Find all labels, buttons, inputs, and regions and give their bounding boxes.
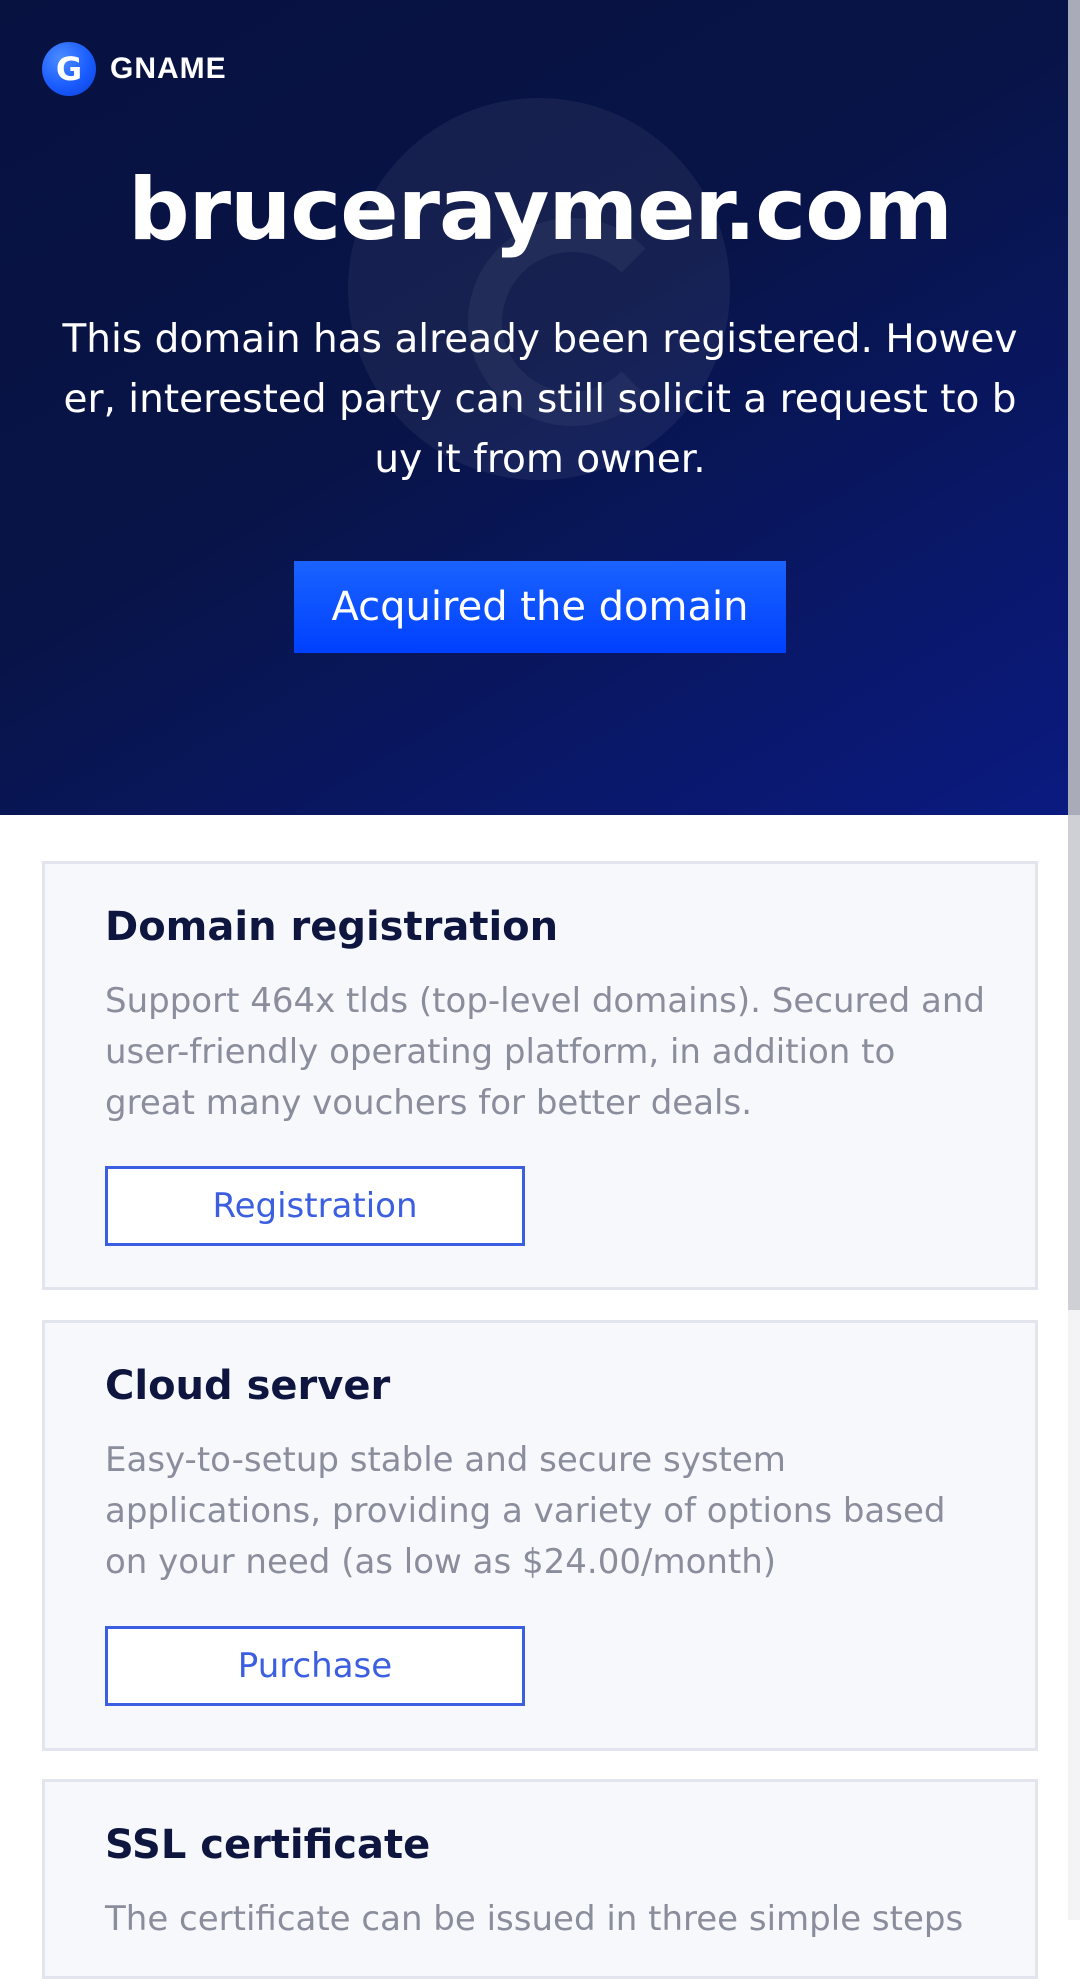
domain-status-description: This domain has already been registered.… [62, 317, 1018, 482]
domain-title: bruceraymer.com [128, 160, 953, 260]
registration-button[interactable]: Registration [105, 1166, 525, 1246]
brand-name: GNAME [110, 52, 227, 85]
gname-logo-icon: G [42, 42, 96, 96]
service-card-domain-registration: Domain registration Support 464x tlds (t… [42, 861, 1038, 1290]
service-card-cloud-server: Cloud server Easy-to-setup stable and se… [42, 1320, 1038, 1751]
acquire-domain-button[interactable]: Acquired the domain [294, 561, 786, 653]
brand-logo[interactable]: G GNAME [42, 42, 227, 96]
service-description: Easy-to-setup stable and secure system a… [105, 1440, 946, 1582]
service-title: Cloud server [105, 1363, 391, 1409]
service-description: Support 464x tlds (top-level domains). S… [105, 981, 985, 1123]
purchase-button[interactable]: Purchase [105, 1626, 525, 1706]
service-card-ssl-certificate: SSL certificate The certificate can be i… [42, 1779, 1038, 1979]
service-title: SSL certificate [105, 1822, 431, 1868]
service-title: Domain registration [105, 904, 559, 950]
hero-banner: G GNAME bruceraymer.com This domain has … [0, 0, 1068, 815]
scrollbar-thumb-upper [1068, 0, 1080, 815]
